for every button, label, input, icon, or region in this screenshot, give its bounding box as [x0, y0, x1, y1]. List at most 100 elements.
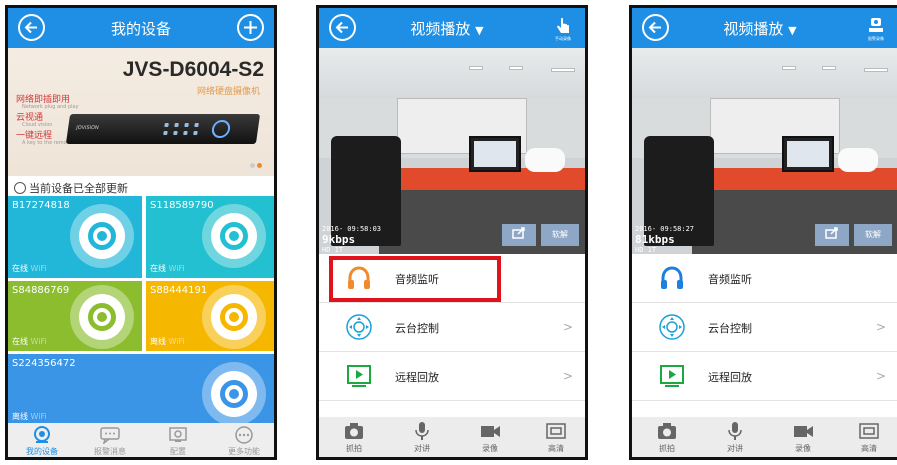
- camera-icon: [658, 423, 676, 439]
- header-bar: 视频播放 ▼ 手动录像: [319, 8, 585, 48]
- menu-item-ptz-control[interactable]: 云台控制 >: [319, 303, 585, 352]
- highlight-box: [329, 256, 501, 302]
- menu-item-audio-monitor[interactable]: 音频监听: [319, 254, 585, 303]
- menu-item-ptz-control[interactable]: 云台控制 >: [632, 303, 897, 352]
- share-icon: [825, 227, 838, 239]
- tab-my-devices[interactable]: 我的设备: [12, 426, 72, 457]
- share-button[interactable]: [502, 224, 536, 246]
- device-tile[interactable]: S118589790 在线 WiFi: [146, 196, 274, 278]
- menu-item-label: 远程回放: [708, 371, 752, 384]
- refresh-icon: [14, 182, 26, 194]
- banner-feature-sub: A key to the remote: [22, 140, 72, 146]
- dropdown-icon: ▼: [475, 24, 484, 37]
- video-feed[interactable]: 2016- 09:58:03 9kbps HD 1T 软解: [319, 48, 585, 254]
- device-status: 在线 WiFi: [150, 264, 185, 273]
- menu-item-label: 远程回放: [395, 371, 439, 384]
- video-camera-icon: [481, 426, 500, 437]
- camera-icon: [70, 204, 134, 268]
- playback-icon: [660, 365, 684, 387]
- video-play-screen: 视频播放 ▼ 报警录像 2016- 09:58:27 81kbps HD 1T …: [629, 5, 897, 460]
- camera-icon: [202, 204, 266, 268]
- tab-more-functions[interactable]: 更多功能: [214, 426, 274, 457]
- hd-icon: [859, 423, 879, 439]
- settings-icon: [169, 427, 187, 442]
- add-device-icon[interactable]: [237, 14, 264, 41]
- device-status: 在线 WiFi: [12, 337, 47, 346]
- talk-button[interactable]: 对讲: [710, 421, 760, 454]
- alarm-record-button[interactable]: 报警录像: [862, 17, 890, 45]
- banner-pager: [248, 153, 262, 172]
- device-id: B17274818: [12, 200, 70, 211]
- video-feed[interactable]: 2016- 09:58:27 81kbps HD 1T 软解: [632, 48, 897, 254]
- camera-icon: [345, 423, 363, 439]
- video-play-screen: 视频播放 ▼ 手动录像 2016- 09:58:03 9kbps HD 1T 软…: [316, 5, 588, 460]
- banner-model: JVS-D6004-S2: [122, 58, 264, 81]
- ptz-icon: [346, 314, 372, 340]
- camera-icon: [202, 285, 266, 349]
- device-id: S224356472: [12, 358, 76, 369]
- video-osd: 2016- 09:58:03 9kbps HD 1T: [322, 225, 382, 254]
- hd-button[interactable]: 高清: [844, 421, 894, 454]
- device-status: 离线 WiFi: [150, 337, 185, 346]
- hd-button[interactable]: 高清: [531, 421, 581, 454]
- record-label: 报警录像: [868, 36, 884, 41]
- chevron-right-icon: >: [875, 320, 886, 334]
- menu-item-remote-playback[interactable]: 远程回放 >: [319, 352, 585, 401]
- bottom-toolbar: 抓拍 对讲 录像 高清: [319, 417, 585, 457]
- function-menu: 音频监听 云台控制 > 远程回放 >: [632, 254, 897, 401]
- chevron-right-icon: >: [562, 320, 573, 334]
- soft-decode-button[interactable]: 软解: [854, 224, 892, 246]
- record-button[interactable]: 录像: [778, 421, 828, 454]
- soft-decode-button[interactable]: 软解: [541, 224, 579, 246]
- hd-icon: [546, 423, 566, 439]
- snapshot-button[interactable]: 抓拍: [642, 421, 692, 454]
- record-button[interactable]: 录像: [465, 421, 515, 454]
- more-icon: [235, 426, 253, 444]
- page-title[interactable]: 视频播放 ▼: [632, 18, 897, 39]
- share-icon: [512, 227, 525, 239]
- microphone-icon: [728, 422, 742, 440]
- chevron-right-icon: >: [875, 369, 886, 383]
- manual-record-button[interactable]: 手动录像: [549, 17, 577, 45]
- video-osd: 2016- 09:58:27 81kbps HD 1T: [635, 225, 695, 254]
- menu-item-remote-playback[interactable]: 远程回放 >: [632, 352, 897, 401]
- headphones-icon: [661, 266, 683, 289]
- function-menu: 音频监听 云台控制 > 远程回放 >: [319, 254, 585, 401]
- record-label: 手动录像: [555, 36, 571, 41]
- video-camera-icon: [794, 426, 813, 437]
- camera-icon: [34, 426, 50, 443]
- menu-item-audio-monitor[interactable]: 音频监听: [632, 254, 897, 303]
- tab-settings[interactable]: 配置: [148, 426, 208, 457]
- device-id: S88444191: [150, 285, 208, 296]
- bottom-tab-bar: 我的设备 报警消息 配置 更多功能: [8, 423, 274, 457]
- device-status: 在线 WiFi: [12, 264, 47, 273]
- header-bar: 视频播放 ▼ 报警录像: [632, 8, 897, 48]
- message-icon: [100, 427, 120, 444]
- device-tile[interactable]: S224356472 离线 WiFi: [8, 354, 274, 426]
- talk-button[interactable]: 对讲: [397, 421, 447, 454]
- banner-subtitle: 网络硬盘摄像机: [196, 87, 260, 97]
- camera-icon: [202, 362, 266, 426]
- dropdown-icon: ▼: [788, 24, 797, 37]
- menu-item-label: 音频监听: [708, 273, 752, 286]
- header-bar: 我的设备: [8, 8, 274, 48]
- alarm-record-icon: [869, 18, 883, 32]
- playback-icon: [347, 365, 371, 387]
- snapshot-button[interactable]: 抓拍: [329, 421, 379, 454]
- share-button[interactable]: [815, 224, 849, 246]
- update-status-text: 当前设备已全部更新: [29, 182, 128, 195]
- device-list-screen: 我的设备 JVS-D6004-S2 网络硬盘摄像机 网络即插即用 Network…: [5, 5, 277, 460]
- ptz-icon: [659, 314, 685, 340]
- tab-alarm-messages[interactable]: 报警消息: [80, 426, 140, 457]
- device-tile[interactable]: S88444191 离线 WiFi: [146, 281, 274, 351]
- device-id: S118589790: [150, 200, 214, 211]
- camera-icon: [70, 285, 134, 349]
- device-tile[interactable]: S84886769 在线 WiFi: [8, 281, 142, 351]
- update-status: 当前设备已全部更新: [14, 180, 128, 196]
- hand-pointer-icon: [557, 17, 569, 33]
- page-title[interactable]: 视频播放 ▼: [319, 18, 585, 39]
- menu-item-label: 云台控制: [708, 322, 752, 335]
- product-banner[interactable]: JVS-D6004-S2 网络硬盘摄像机 网络即插即用 Network plug…: [8, 48, 274, 176]
- device-tile[interactable]: B17274818 在线 WiFi: [8, 196, 142, 278]
- dvr-device-image: JOVISION: [65, 114, 261, 144]
